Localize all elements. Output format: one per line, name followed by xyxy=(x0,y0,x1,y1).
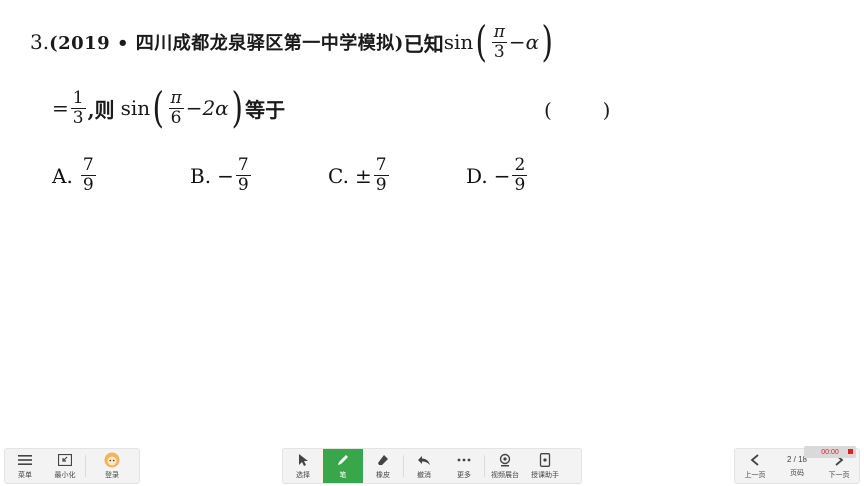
fraction-pi-over-6: π 6 xyxy=(168,87,184,128)
more-button[interactable]: 更多 xyxy=(444,449,484,483)
option-b: B. − 7 9 xyxy=(190,156,253,195)
pen-icon xyxy=(335,452,351,468)
eraser-tool-button[interactable]: 橡皮 xyxy=(363,449,403,483)
next-label: 下一页 xyxy=(828,472,850,479)
paren-open: ( xyxy=(152,83,165,132)
frac-num: 7 xyxy=(375,155,387,175)
two-alpha: 2α xyxy=(202,96,229,120)
minimize-button[interactable]: 最小化 xyxy=(45,449,85,483)
undo-button[interactable]: 撤消 xyxy=(404,449,444,483)
more-icon xyxy=(456,452,472,468)
menu-label: 菜单 xyxy=(18,472,32,479)
assistant-label: 授课助手 xyxy=(531,472,559,479)
sin-function-2: sin xyxy=(120,96,151,120)
option-d: D. − 2 9 xyxy=(466,156,529,195)
option-fraction: 7 9 xyxy=(373,155,389,195)
option-label: D. xyxy=(466,163,488,188)
option-label: C. xyxy=(328,163,349,188)
eraser-icon xyxy=(375,452,391,468)
frac-num: 2 xyxy=(514,155,526,175)
paren-close: ) xyxy=(231,83,243,132)
menu-icon xyxy=(17,452,33,468)
prev-page-button[interactable]: 上一页 xyxy=(735,449,775,483)
undo-label: 撤消 xyxy=(417,472,431,479)
minus-sign: − xyxy=(185,96,203,120)
more-label: 更多 xyxy=(457,472,471,479)
record-stop-icon xyxy=(848,449,853,454)
eraser-label: 橡皮 xyxy=(376,472,390,479)
frac-den: 9 xyxy=(80,175,96,195)
option-c: C. ± 7 9 xyxy=(328,156,391,195)
frac-den: 3 xyxy=(70,107,86,128)
frac-num: π xyxy=(493,21,505,42)
assistant-button[interactable]: 授课助手 xyxy=(525,449,565,483)
undo-icon xyxy=(416,452,432,468)
camera-label: 视频展台 xyxy=(491,472,519,479)
answer-blank: ( ) xyxy=(544,98,611,122)
cursor-icon xyxy=(295,452,311,468)
question-known: 已知 xyxy=(403,31,444,56)
question-line-2: = 1 3 ,则 sin ( π 6 − 2α ) 等于 xyxy=(52,83,286,132)
option-fraction: 7 9 xyxy=(80,155,96,195)
paren-close: ) xyxy=(541,17,554,66)
option-sign: ± xyxy=(354,163,372,188)
avatar-icon xyxy=(104,452,120,468)
question-line-1: 3. (2019 • 四川成都龙泉驿区第一中学模拟) 已知 sin ( π 3 … xyxy=(30,17,556,66)
minimize-label: 最小化 xyxy=(54,472,76,479)
option-label: A. xyxy=(52,163,73,188)
timer-text: 00:00 xyxy=(821,448,839,456)
minus-sign: − xyxy=(508,30,526,54)
paren-open: ( xyxy=(475,17,488,66)
frac-num: 7 xyxy=(82,155,94,175)
frac-num: 7 xyxy=(237,155,249,175)
frac-den: 3 xyxy=(491,41,507,62)
select-tool-button[interactable]: 选择 xyxy=(283,449,323,483)
option-fraction: 7 9 xyxy=(235,155,251,195)
frac-den: 9 xyxy=(235,175,251,195)
prev-label: 上一页 xyxy=(744,472,766,479)
option-a: A. 7 9 xyxy=(52,156,98,195)
page-label: 页码 xyxy=(790,469,804,477)
camera-button[interactable]: 视频展台 xyxy=(485,449,525,483)
sin-function: sin xyxy=(443,30,474,54)
frac-den: 9 xyxy=(373,175,389,195)
left-toolbar: 菜单 最小化 登录 xyxy=(4,448,140,484)
equals-word: 等于 xyxy=(245,97,286,122)
fraction-pi-over-3: π 3 xyxy=(491,21,507,62)
login-label: 登录 xyxy=(105,472,119,479)
equals-sign: = xyxy=(52,96,69,120)
pen-tool-button[interactable]: 笔 xyxy=(323,449,363,483)
question-number: 3. xyxy=(30,30,50,54)
recording-timer[interactable]: 00:00 xyxy=(804,446,856,458)
frac-den: 9 xyxy=(512,175,528,195)
webcam-icon xyxy=(497,452,513,468)
login-button[interactable]: 登录 xyxy=(86,449,138,483)
option-sign: − xyxy=(217,163,234,188)
option-fraction: 2 9 xyxy=(512,155,528,195)
then-text: ,则 xyxy=(87,97,115,122)
chevron-left-icon xyxy=(747,452,763,468)
frac-num: π xyxy=(170,87,182,108)
fraction-one-third: 1 3 xyxy=(70,87,86,128)
minimize-icon xyxy=(57,452,73,468)
frac-num: 1 xyxy=(72,87,84,108)
question-source: (2019 • 四川成都龙泉驿区第一中学模拟) xyxy=(49,33,404,54)
option-sign: − xyxy=(493,163,511,188)
phone-icon xyxy=(537,452,553,468)
alpha-symbol: α xyxy=(525,30,540,54)
option-label: B. xyxy=(190,163,212,188)
center-toolbar: 选择 笔 橡皮 撤消 更多 视频展台 授课助手 xyxy=(282,448,582,484)
select-label: 选择 xyxy=(296,472,310,479)
pen-label: 笔 xyxy=(339,472,347,479)
menu-button[interactable]: 菜单 xyxy=(5,449,45,483)
frac-den: 6 xyxy=(168,107,184,128)
